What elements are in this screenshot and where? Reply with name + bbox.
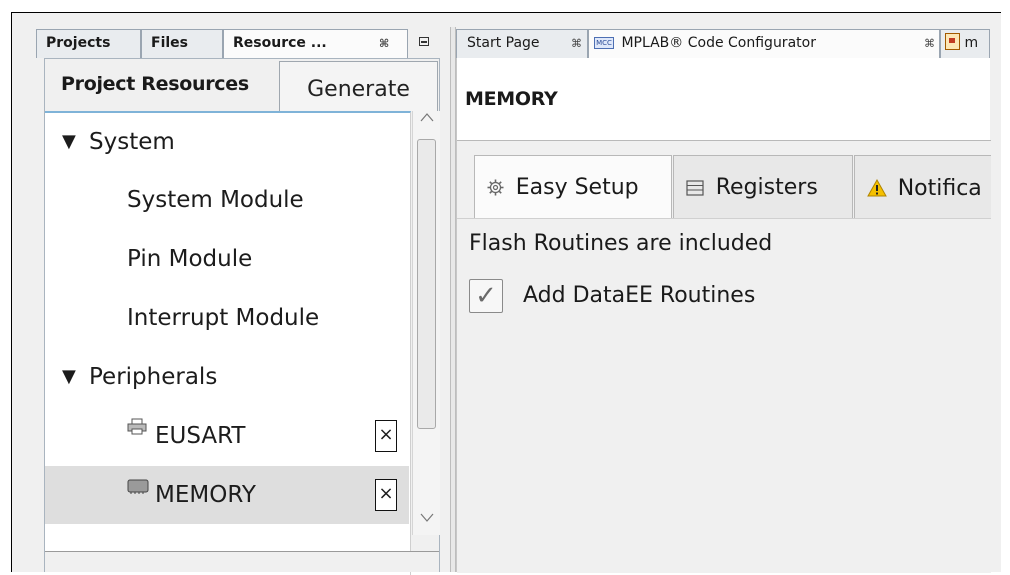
editor-tab-bar: Start Page ⌘ MCC MPLAB® Code Configurato… — [456, 27, 990, 58]
memory-chip-icon — [127, 460, 149, 518]
module-title: MEMORY — [465, 88, 558, 110]
tree-item-interrupt-module[interactable]: Interrupt Module — [45, 289, 409, 347]
tree-item-label: Interrupt Module — [127, 305, 320, 331]
tree-scrollbar[interactable] — [412, 111, 440, 535]
tree-item-label: EUSART — [155, 423, 246, 449]
tab-registers-label: Registers — [715, 175, 818, 200]
tree-item-label: System Module — [127, 187, 304, 213]
tree-node-system[interactable]: ▼ System — [45, 113, 409, 171]
tree-item-memory[interactable]: MEMORY × — [45, 466, 409, 524]
left-panel: Projects Files Resource ... ⌘ Project Re… — [36, 27, 450, 575]
warning-icon — [867, 176, 894, 200]
project-resources-title[interactable]: Project Resources — [61, 73, 249, 95]
resource-tree: ▼ System System Module Pin Module Interr… — [45, 111, 411, 575]
tab-start-page[interactable]: Start Page ⌘ — [456, 29, 588, 58]
add-dataee-label[interactable]: Add DataEE Routines — [523, 275, 755, 317]
tab-close-icon[interactable]: ⌘ — [379, 30, 389, 57]
minimize-icon[interactable] — [419, 37, 429, 46]
scroll-down-icon[interactable] — [413, 511, 440, 533]
tab-mplab-code-configurator[interactable]: MCC MPLAB® Code Configurator ⌘ — [588, 29, 940, 58]
left-tab-bar: Projects Files Resource ... ⌘ — [36, 27, 448, 58]
tab-easy-setup[interactable]: Easy Setup — [474, 155, 672, 218]
tree-item-eusart[interactable]: EUSART × — [45, 407, 409, 465]
tab-close-icon[interactable]: ⌘ — [571, 30, 582, 57]
resources-header: Project Resources Generate — [45, 59, 439, 113]
tab-notifications[interactable]: Notifica — [854, 155, 991, 218]
add-dataee-checkbox[interactable]: ✓ — [469, 279, 503, 313]
tab-start-page-label: Start Page — [467, 35, 540, 51]
scroll-up-icon[interactable] — [413, 111, 440, 133]
remove-eusart-button[interactable]: × — [375, 420, 397, 452]
tab-files-label: Files — [151, 35, 188, 51]
list-icon — [686, 178, 710, 199]
tree-item-pin-module[interactable]: Pin Module — [45, 230, 409, 288]
tab-registers[interactable]: Registers — [673, 155, 853, 218]
tab-close-icon[interactable]: ⌘ — [924, 30, 935, 57]
left-panel-footer — [45, 551, 439, 572]
expand-triangle-icon[interactable]: ▼ — [62, 348, 76, 406]
gear-icon — [487, 178, 510, 199]
source-file-icon — [945, 33, 960, 50]
memory-configuration-panel: MEMORY Easy Setup Registers Notifica Fla… — [456, 58, 991, 573]
tree-item-system-module[interactable]: System Module — [45, 171, 409, 229]
generate-button[interactable]: Generate — [279, 61, 438, 111]
easy-setup-content: Flash Routines are included ✓ Add DataEE… — [457, 218, 991, 573]
tab-resource-management[interactable]: Resource ... ⌘ — [223, 29, 408, 58]
tree-item-label: Pin Module — [127, 246, 253, 272]
tab-notifications-label: Notifica — [897, 176, 982, 201]
tab-files[interactable]: Files — [141, 29, 223, 58]
tab-projects[interactable]: Projects — [36, 29, 141, 58]
expand-triangle-icon[interactable]: ▼ — [62, 113, 76, 171]
tab-main-file[interactable]: m — [940, 29, 990, 58]
scrollbar-thumb[interactable] — [417, 139, 436, 429]
printer-icon — [127, 401, 147, 459]
tree-node-label: Peripherals — [89, 364, 218, 390]
tab-resource-label: Resource ... — [233, 35, 327, 51]
right-panel: Start Page ⌘ MCC MPLAB® Code Configurato… — [456, 27, 991, 573]
tree-item-label: MEMORY — [155, 482, 256, 508]
mcc-icon: MCC — [594, 37, 614, 49]
remove-memory-button[interactable]: × — [375, 479, 397, 511]
tab-mcc-label: MPLAB® Code Configurator — [621, 35, 816, 51]
flash-routines-text: Flash Routines are included — [469, 231, 773, 256]
tree-node-label: System — [89, 129, 175, 155]
tab-main-file-label: m — [964, 35, 979, 51]
project-resources-panel: Project Resources Generate ▼ System Syst… — [44, 58, 440, 575]
tab-projects-label: Projects — [46, 35, 111, 51]
tab-easy-setup-label: Easy Setup — [515, 175, 639, 200]
settings-area: Easy Setup Registers Notifica Flash Rout… — [457, 141, 991, 573]
settings-tab-bar: Easy Setup Registers Notifica — [457, 141, 991, 218]
tree-node-peripherals[interactable]: ▼ Peripherals — [45, 348, 409, 406]
